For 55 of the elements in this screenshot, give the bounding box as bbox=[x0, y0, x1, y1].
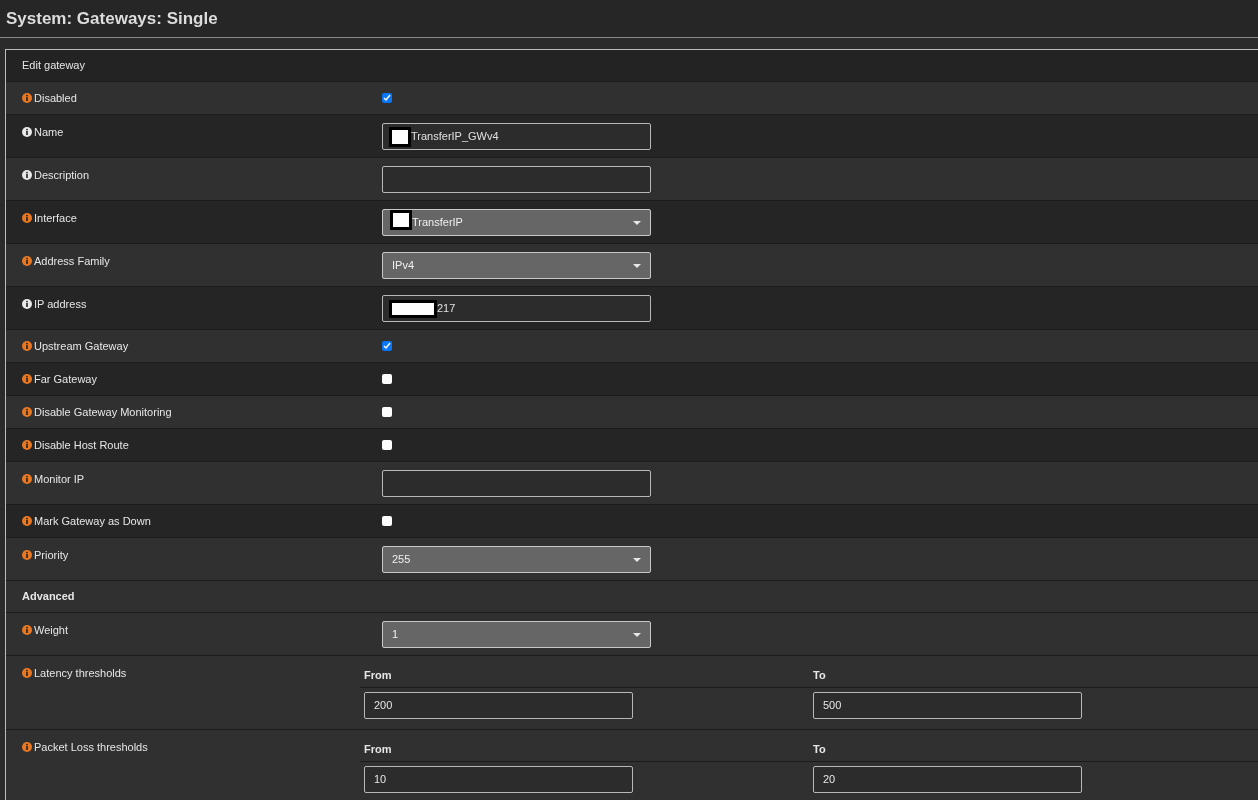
field-label: Weight bbox=[34, 623, 69, 638]
input-field[interactable]: TransferIP_GWv4 bbox=[382, 123, 651, 150]
redaction-block bbox=[390, 210, 412, 231]
field-label: Priority bbox=[34, 548, 69, 563]
field-label: Disabled bbox=[34, 90, 77, 106]
checkbox[interactable] bbox=[382, 341, 392, 351]
dropdown[interactable]: 255 bbox=[382, 546, 651, 573]
field-label: Monitor IP bbox=[34, 472, 85, 487]
input-field[interactable] bbox=[382, 166, 651, 193]
caret-icon bbox=[633, 633, 641, 637]
field-label: Name bbox=[34, 125, 64, 140]
field-label: Packet Loss thresholds bbox=[34, 740, 148, 755]
column-heading: From bbox=[364, 741, 392, 757]
info-icon[interactable] bbox=[22, 374, 32, 384]
field-label: IP address bbox=[34, 297, 87, 312]
caret-icon bbox=[633, 264, 641, 268]
info-icon[interactable] bbox=[22, 170, 32, 181]
field-label: Far Gateway bbox=[34, 371, 97, 387]
page-title: System: Gateways: Single bbox=[6, 7, 218, 30]
field-label: Interface bbox=[34, 211, 77, 226]
redaction-block bbox=[389, 126, 411, 147]
field-label: Upstream Gateway bbox=[34, 338, 129, 354]
input-field[interactable]: 200 bbox=[364, 692, 633, 719]
dropdown[interactable]: IPv4 bbox=[382, 252, 651, 279]
redaction-block bbox=[389, 299, 437, 318]
checkbox[interactable] bbox=[382, 93, 392, 103]
checkbox[interactable] bbox=[382, 374, 392, 384]
caret-icon bbox=[633, 221, 641, 225]
input-field[interactable]: 20 bbox=[813, 766, 1082, 793]
info-icon[interactable] bbox=[22, 516, 32, 526]
field-label: Mark Gateway as Down bbox=[34, 513, 151, 529]
field-label: Address Family bbox=[34, 254, 110, 269]
column-heading: To bbox=[813, 667, 826, 683]
checkbox[interactable] bbox=[382, 440, 392, 450]
column-heading: From bbox=[364, 667, 392, 683]
info-icon[interactable] bbox=[22, 213, 32, 224]
dropdown[interactable]: TransferIP bbox=[382, 209, 651, 236]
field-label: Disable Gateway Monitoring bbox=[34, 404, 172, 420]
checkbox[interactable] bbox=[382, 407, 392, 417]
input-field[interactable]: 217 bbox=[382, 295, 651, 322]
field-label: Description bbox=[34, 168, 90, 183]
section-title: Edit gateway bbox=[22, 58, 85, 74]
checkbox[interactable] bbox=[382, 516, 392, 526]
field-label: Disable Host Route bbox=[34, 437, 129, 453]
input-field[interactable]: 500 bbox=[813, 692, 1082, 719]
caret-icon bbox=[633, 558, 641, 562]
section-heading: Advanced bbox=[22, 589, 75, 605]
input-field[interactable] bbox=[382, 470, 651, 497]
info-icon[interactable] bbox=[22, 440, 32, 450]
info-icon[interactable] bbox=[22, 127, 32, 138]
dropdown[interactable]: 1 bbox=[382, 621, 651, 648]
info-icon[interactable] bbox=[22, 299, 32, 310]
field-label: Latency thresholds bbox=[34, 666, 127, 681]
input-field[interactable]: 10 bbox=[364, 766, 633, 793]
column-heading: To bbox=[813, 741, 826, 757]
